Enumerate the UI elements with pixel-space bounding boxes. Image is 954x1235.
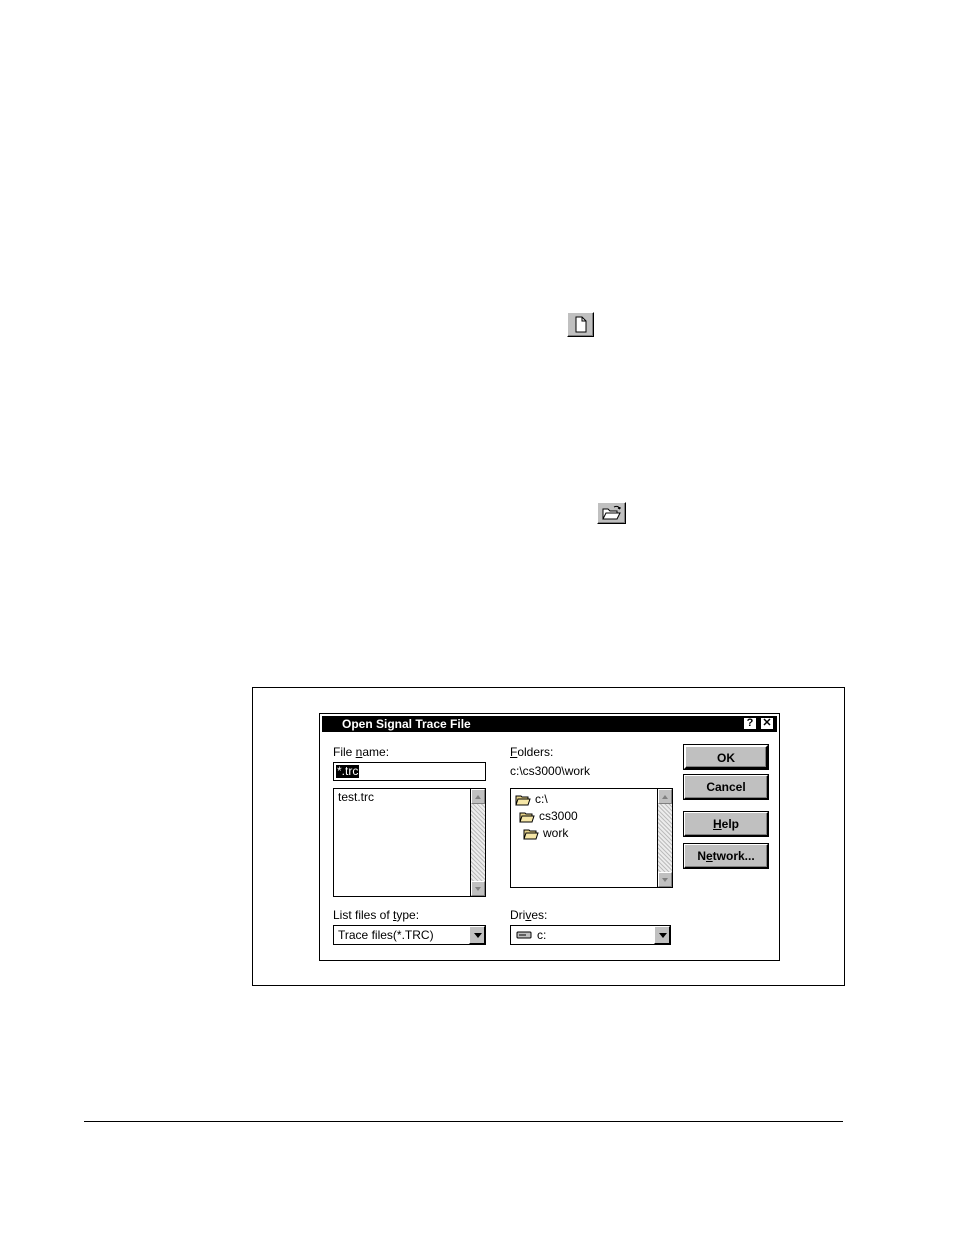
arrow-down-icon <box>475 887 481 891</box>
new-file-button[interactable] <box>567 312 594 337</box>
folder-item-work[interactable]: work <box>523 825 568 841</box>
open-file-dialog: Open Signal Trace File ? ✕ File name: *.… <box>319 713 780 961</box>
current-path: c:\cs3000\work <box>510 764 591 778</box>
arrow-down-icon <box>662 878 668 882</box>
drives-label: Drives: <box>510 908 548 922</box>
dialog-title: Open Signal Trace File <box>342 717 471 731</box>
scroll-up-button[interactable] <box>658 789 672 804</box>
folder-item-cs3000[interactable]: cs3000 <box>519 808 578 824</box>
chevron-down-icon <box>659 933 667 938</box>
footer-rule <box>84 1121 843 1122</box>
file-name-input[interactable]: *.trc <box>333 762 486 781</box>
folder-tree-scrollbar[interactable] <box>657 789 672 887</box>
arrow-up-icon <box>662 795 668 799</box>
folder-item-root[interactable]: c:\ <box>515 791 548 807</box>
file-type-dropdown-button[interactable] <box>469 926 485 944</box>
scroll-down-button[interactable] <box>658 872 672 887</box>
drive-icon <box>516 931 532 939</box>
drives-value: c: <box>537 928 547 942</box>
cancel-button[interactable]: Cancel <box>684 775 768 799</box>
folder-tree[interactable]: c:\ cs3000 work <box>510 788 673 888</box>
open-folder-icon <box>519 812 535 823</box>
network-button[interactable]: Network... <box>684 844 768 868</box>
list-item[interactable]: test.trc <box>338 790 374 805</box>
help-button[interactable]: Help <box>684 812 768 836</box>
scroll-up-button[interactable] <box>471 789 485 804</box>
arrow-up-icon <box>475 795 481 799</box>
close-icon[interactable]: ✕ <box>760 717 774 730</box>
file-list-scrollbar[interactable] <box>470 789 485 896</box>
drives-select[interactable]: c: <box>510 925 671 945</box>
file-name-value: *.trc <box>336 764 360 778</box>
open-folder-icon <box>515 795 531 806</box>
file-type-value: Trace files(*.TRC) <box>338 928 434 942</box>
drives-dropdown-button[interactable] <box>654 926 670 944</box>
open-folder-icon <box>523 829 539 840</box>
scroll-down-button[interactable] <box>471 881 485 896</box>
dialog-titlebar: Open Signal Trace File ? ✕ <box>322 716 777 732</box>
new-file-icon <box>575 316 587 333</box>
folders-label: Folders: <box>510 745 554 759</box>
ok-button[interactable]: OK <box>684 745 768 769</box>
file-type-label: List files of type: <box>333 908 420 922</box>
chevron-down-icon <box>474 933 482 938</box>
file-type-select[interactable]: Trace files(*.TRC) <box>333 925 486 945</box>
help-icon[interactable]: ? <box>743 717 757 730</box>
file-name-label: File name: <box>333 745 390 759</box>
open-folder-icon <box>602 505 621 520</box>
file-list[interactable]: test.trc <box>333 788 486 897</box>
open-file-button[interactable] <box>597 502 626 524</box>
